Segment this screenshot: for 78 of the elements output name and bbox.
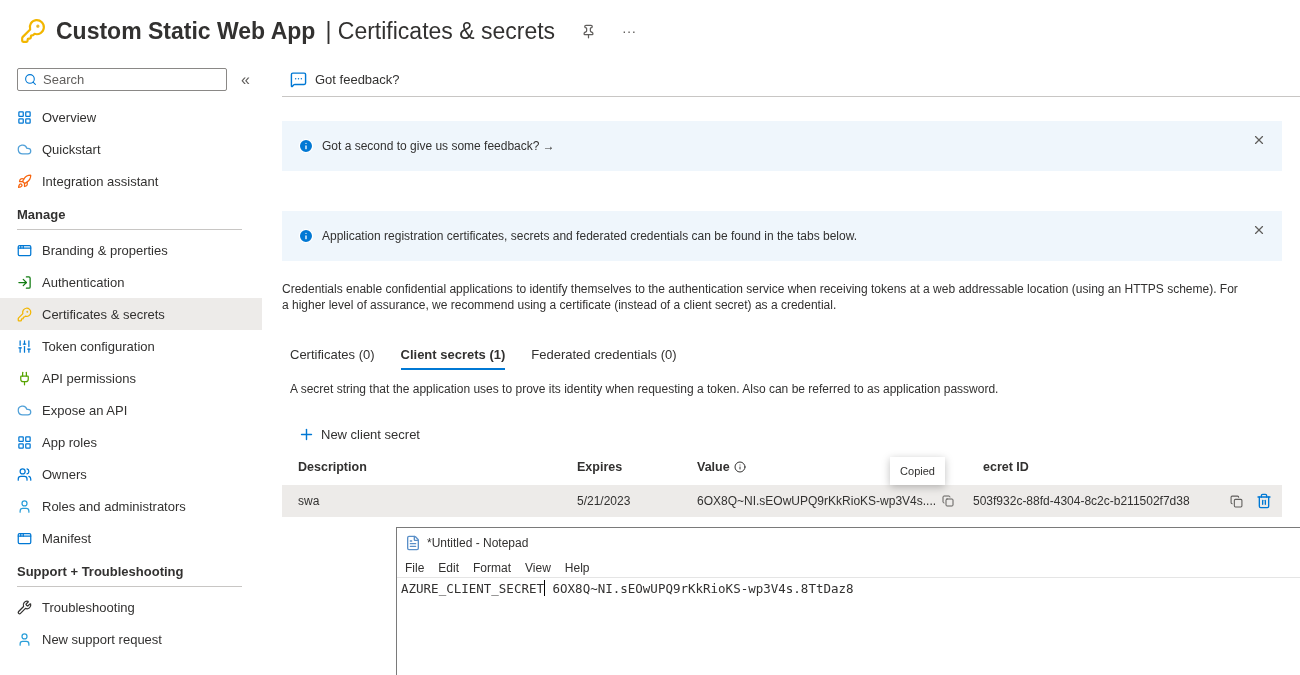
grid-icon: [17, 109, 32, 125]
nav-item[interactable]: Roles and administrators: [0, 490, 262, 522]
search-field[interactable]: Search: [17, 68, 227, 91]
menu-item[interactable]: View: [525, 560, 551, 575]
window-icon: [17, 530, 32, 546]
person-icon: [17, 631, 32, 647]
sliders-icon: [17, 338, 32, 354]
delete-icon[interactable]: [1256, 493, 1272, 509]
grid-icon: [17, 434, 32, 450]
tab[interactable]: Federated credentials (0): [531, 343, 677, 370]
notepad-icon: [405, 535, 421, 551]
menu-item[interactable]: Help: [564, 560, 590, 575]
window-icon: [17, 242, 32, 258]
description-text: Credentials enable confidential applications to identify themselves to the authentication service when receiving tokens at a web addressable location (using an HTTPS scheme). For a higher level of assurance, we recommend using a certificate (instead of a client secret) as a credential.: [282, 281, 1239, 313]
text-line: 6OX8Q~NI.sEOwUPQ9rKkRioKS-wp3V4s.8TtDaz8: [551, 580, 854, 596]
key-icon: [20, 18, 46, 44]
menu-item[interactable]: Format: [473, 560, 512, 575]
copy-icon[interactable]: [942, 495, 955, 507]
text-line: AZURE_CLIENT_SECRET: [401, 580, 544, 596]
banner-text: Got a second to give us some feedback? →: [322, 139, 555, 153]
nav-item[interactable]: Branding & properties: [0, 234, 262, 266]
tooltip: Copied: [890, 457, 945, 485]
nav-item[interactable]: Owners: [0, 458, 262, 490]
close-icon[interactable]: [1252, 223, 1266, 237]
key-icon: [17, 306, 32, 322]
search-icon: [24, 73, 37, 86]
nav-item[interactable]: API permissions: [0, 362, 262, 394]
collapse-button[interactable]: «: [241, 70, 250, 89]
page-title: | Certificates & secrets: [325, 17, 556, 45]
menu-item[interactable]: Edit: [438, 560, 460, 575]
info-icon: [733, 461, 746, 473]
table-cell: 6OX8Q~NI.sEOwUPQ9rKkRioKS-wp3V4s....: [697, 494, 937, 508]
new-client-secret-button[interactable]: New client secret: [296, 424, 422, 445]
text-cursor: [544, 580, 545, 596]
nav-item[interactable]: Troubleshooting: [0, 591, 262, 623]
people-icon: [17, 466, 32, 482]
nav-item[interactable]: Authentication: [0, 266, 262, 298]
banner-text: Application registration certificates, secrets and federated credentials can be found in the tabs below.: [322, 229, 857, 243]
wrench-icon: [17, 599, 32, 615]
tab-description: A secret string that the application uses to prove its identity when requesting a token. Also can be referred to as application password.: [290, 382, 1000, 396]
table-cell-text: swa: [298, 494, 321, 508]
nav-item[interactable]: Token configuration: [0, 330, 262, 362]
window-title: *Untitled - Notepad: [427, 536, 529, 550]
column-header: Value: [697, 460, 730, 474]
feedback-link[interactable]: Got feedback?: [315, 71, 400, 87]
table-cell-text: 5/21/2023: [577, 494, 632, 508]
nav-item[interactable]: Integration assistant: [0, 165, 262, 197]
nav-item[interactable]: Quickstart: [0, 133, 262, 165]
nav-item[interactable]: Manifest: [0, 522, 262, 554]
nav-item[interactable]: Overview: [0, 101, 262, 133]
menu-item[interactable]: File: [405, 560, 425, 575]
nav-item[interactable]: Expose an API: [0, 394, 262, 426]
tab[interactable]: Certificates (0): [290, 343, 375, 370]
pin-icon[interactable]: [581, 23, 597, 39]
column-header: Expires: [577, 460, 624, 474]
section-heading: Support + Troubleshooting: [17, 564, 242, 587]
close-icon[interactable]: [1252, 133, 1266, 147]
plug-icon: [17, 370, 32, 386]
person-icon: [17, 498, 32, 514]
copy-icon[interactable]: [1230, 494, 1243, 508]
sign-in-icon: [17, 274, 32, 290]
column-header: Description: [298, 460, 368, 474]
info-icon: [298, 228, 314, 244]
nav-item[interactable]: App roles: [0, 426, 262, 458]
cloud-icon: [17, 402, 32, 418]
feedback-icon: [290, 70, 307, 88]
section-heading: Manage: [17, 207, 242, 230]
nav-item[interactable]: New support request: [0, 623, 262, 655]
more-button[interactable]: ···: [622, 23, 637, 39]
plus-icon: [298, 426, 315, 443]
nav-item[interactable]: Certificates & secrets: [0, 298, 262, 330]
rocket-icon: [17, 173, 32, 189]
table-cell-text: 503f932c-88fd-4304-8c2c-b211502f7d38: [972, 494, 1191, 508]
cloud-icon: [17, 141, 32, 157]
column-header: ecret ID: [982, 460, 1030, 474]
tab[interactable]: Client secrets (1): [400, 343, 506, 370]
app-name: Custom Static Web App: [56, 17, 316, 45]
info-icon: [298, 138, 314, 154]
